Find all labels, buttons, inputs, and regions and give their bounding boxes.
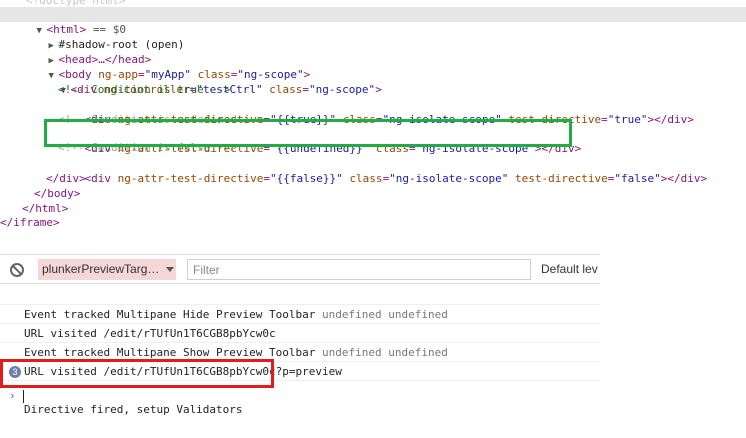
clear-console-icon[interactable] <box>10 263 24 277</box>
context-selector[interactable]: plunkerPreviewTarg… <box>38 259 176 280</box>
console-panel: plunkerPreviewTarg… Default lev Event tr… <box>0 244 746 419</box>
log-levels-dropdown[interactable]: Default lev <box>541 262 598 276</box>
body-node[interactable]: ▼ <body ng-app="myApp" class="ng-scope"> <box>22 52 311 81</box>
test-div-true-node[interactable]: <div ng-attr-test-directive="{{true}}" c… <box>58 97 694 126</box>
filter-input[interactable] <box>193 263 513 277</box>
test-div-false-node[interactable]: <div ng-attr-test-directive="{{false}}" … <box>58 156 708 185</box>
red-highlight-box <box>0 359 274 388</box>
console-input-caret[interactable] <box>23 390 24 403</box>
html-node-selected[interactable]: ▼ <html> == $0 <box>0 7 746 36</box>
html-close-tag[interactable]: </html> <box>22 201 68 216</box>
comment-true-node[interactable]: <!-- Condition is true --> <box>58 82 230 97</box>
div-close-tag[interactable]: </div> <box>46 171 86 186</box>
console-message: URL visited /edit/rTUfUn1T6CGB8pbYcw0c <box>0 305 600 340</box>
iframe-close-tag[interactable]: </iframe> <box>0 215 60 230</box>
console-toolbar: plunkerPreviewTarg… Default lev <box>0 254 600 284</box>
console-prompt-icon: › <box>9 389 16 402</box>
body-close-tag[interactable]: </body> <box>34 186 80 201</box>
controller-div-node[interactable]: ▼ <div ng-controller="testCtrl" class="ng… <box>34 67 382 96</box>
shadow-root-node[interactable]: ▶ #shadow-root (open) <box>22 22 185 51</box>
head-node[interactable]: ▶ <head>…</head> <box>22 37 152 66</box>
green-highlight-box <box>44 119 572 147</box>
filter-field[interactable] <box>187 259 531 280</box>
console-message: Event tracked Multipane Show Preview Too… <box>0 324 600 359</box>
console-message: Event tracked Multipane Hide Preview Too… <box>0 286 600 321</box>
chevron-down-icon[interactable] <box>166 267 174 272</box>
elements-panel: <!doctype html> ▼ <html> == $0 ▶ #shadow-r… <box>0 0 746 238</box>
